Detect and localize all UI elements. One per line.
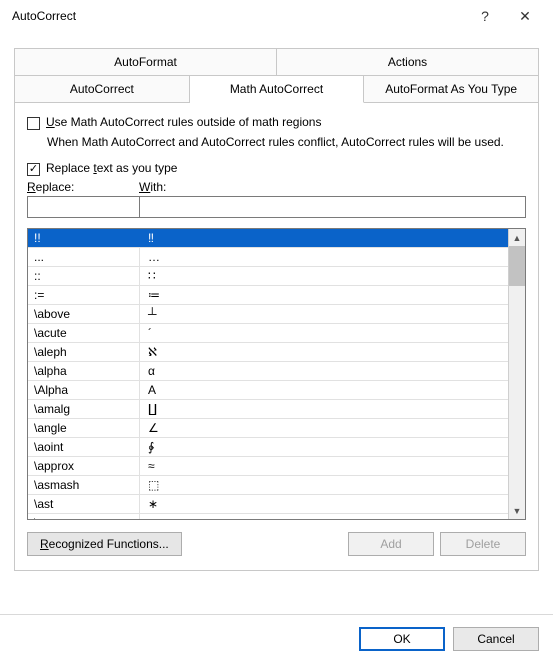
list-item[interactable]: \ast∗ [28,495,508,514]
ok-button[interactable]: OK [359,627,445,651]
list-item[interactable]: ...… [28,248,508,267]
list-item-key: \amalg [28,400,140,418]
with-label: With: [139,180,526,194]
list-item[interactable]: \AlphaΑ [28,381,508,400]
entries-list-body: !!‼...…::∷:=≔\above┴\acute´\alephℵ\alpha… [28,229,508,519]
list-item-key: \acute [28,324,140,342]
window-title: AutoCorrect [12,9,465,23]
tab-autoformat-as-you-type[interactable]: AutoFormat As You Type [364,76,539,103]
list-item[interactable]: \asymp≍ [28,514,508,519]
list-item[interactable]: \aoint∳ [28,438,508,457]
list-item-key: \aoint [28,438,140,456]
field-labels: Replace: With: [27,180,526,194]
delete-button: Delete [440,532,526,556]
dialog-body: AutoFormat Actions AutoCorrect Math Auto… [0,32,553,571]
entries-scrollbar[interactable]: ▲ ▼ [508,229,525,519]
list-item-key: \approx [28,457,140,475]
list-item[interactable]: !!‼ [28,229,508,248]
list-item-key: \ast [28,495,140,513]
tab-math-autocorrect[interactable]: Math AutoCorrect [190,76,365,103]
tab-panel: Use Math AutoCorrect rules outside of ma… [14,103,539,571]
tabs-row-lower: AutoCorrect Math AutoCorrect AutoFormat … [14,76,539,103]
use-outside-label: Use Math AutoCorrect rules outside of ma… [46,115,321,129]
list-item[interactable]: \asmash⬚ [28,476,508,495]
list-item-key: :: [28,267,140,285]
list-item-key: \Alpha [28,381,140,399]
list-item[interactable]: \angle∠ [28,419,508,438]
replace-as-type-checkbox[interactable]: ✓ [27,163,40,176]
with-input[interactable] [139,196,526,218]
list-item-key: \asmash [28,476,140,494]
help-button[interactable]: ? [465,2,505,30]
list-item-value: α [140,364,508,378]
tab-autocorrect[interactable]: AutoCorrect [14,76,190,103]
list-item-key: \aleph [28,343,140,361]
list-item-value: ≈ [140,459,508,473]
close-button[interactable]: ✕ [505,2,545,30]
list-item[interactable]: \approx≈ [28,457,508,476]
list-item[interactable]: \amalg∐ [28,400,508,419]
tab-autoformat[interactable]: AutoFormat [14,48,277,76]
replace-as-type-label: Replace text as you type [46,161,177,175]
list-item-key: \above [28,305,140,323]
scroll-up-icon[interactable]: ▲ [509,229,525,246]
list-item[interactable]: \alphaα [28,362,508,381]
list-item-value: ┴ [140,307,508,321]
replace-input[interactable] [27,196,139,218]
conflict-note: When Math AutoCorrect and AutoCorrect ru… [47,134,526,151]
list-item-key: ... [28,248,140,266]
cancel-button[interactable]: Cancel [453,627,539,651]
list-item-value: ∠ [140,421,508,435]
list-item[interactable]: :=≔ [28,286,508,305]
tabs-row-upper: AutoFormat Actions [14,48,539,76]
list-item-key: !! [28,229,140,247]
title-bar: AutoCorrect ? ✕ [0,0,553,32]
entries-list[interactable]: !!‼...…::∷:=≔\above┴\acute´\alephℵ\alpha… [27,228,526,520]
list-item-value: ∳ [140,440,508,454]
add-button: Add [348,532,434,556]
list-item-value: ≔ [140,288,508,302]
list-item-value: ∷ [140,269,508,283]
list-item-value: ∗ [140,497,508,511]
list-item-value: ‼ [140,231,508,245]
list-item[interactable]: \above┴ [28,305,508,324]
list-item[interactable]: \acute´ [28,324,508,343]
list-item-key: \asymp [28,514,140,519]
list-item[interactable]: \alephℵ [28,343,508,362]
list-item-value: ≍ [140,516,508,519]
list-item-value: … [140,250,508,264]
tab-actions[interactable]: Actions [277,48,539,76]
list-item-key: \alpha [28,362,140,380]
replace-as-type-row: ✓ Replace text as you type [27,161,526,176]
scroll-down-icon[interactable]: ▼ [509,502,525,519]
list-item-value: ∐ [140,402,508,416]
replace-label: Replace: [27,180,139,194]
panel-buttons: Recognized Functions... Add Delete [27,532,526,556]
recognized-functions-button[interactable]: Recognized Functions... [27,532,182,556]
use-outside-row: Use Math AutoCorrect rules outside of ma… [27,115,526,130]
list-item-value: Α [140,383,508,397]
use-outside-checkbox[interactable] [27,117,40,130]
list-item-key: \angle [28,419,140,437]
field-inputs [27,196,526,218]
dialog-footer: OK Cancel [0,614,553,663]
list-item-value: ℵ [140,345,508,359]
scroll-thumb[interactable] [509,246,525,286]
list-item-value: ⬚ [140,478,508,492]
list-item[interactable]: ::∷ [28,267,508,286]
list-item-value: ´ [140,326,508,340]
list-item-key: := [28,286,140,304]
